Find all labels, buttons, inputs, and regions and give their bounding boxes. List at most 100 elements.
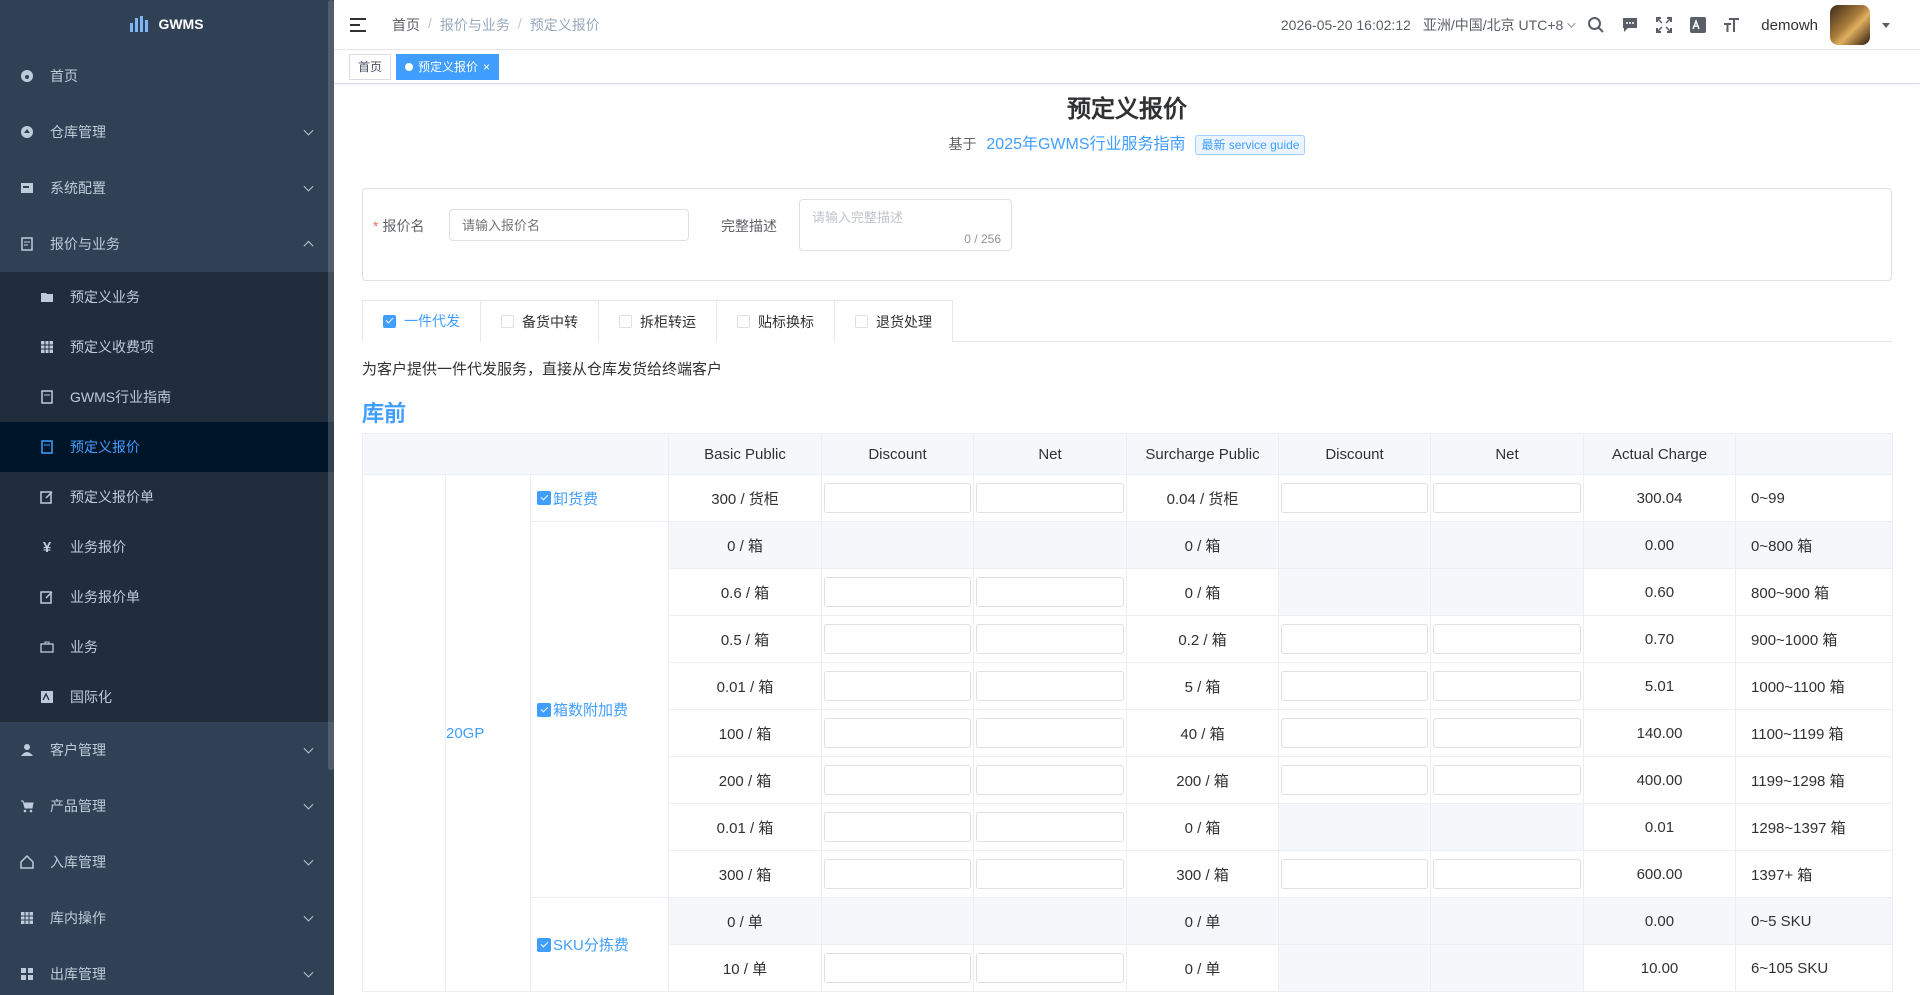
- cell-net: [973, 474, 1128, 522]
- hamburger-icon[interactable]: [350, 17, 368, 33]
- sidebar-item-business-quote[interactable]: ¥ 业务报价: [0, 522, 334, 572]
- cell-net-input[interactable]: [976, 483, 1125, 513]
- message-icon[interactable]: [1619, 14, 1641, 36]
- sidebar-item-business[interactable]: 业务: [0, 622, 334, 672]
- group-box-surcharge-label[interactable]: 箱数附加费: [537, 699, 628, 720]
- cell-net-input[interactable]: [976, 577, 1125, 607]
- cell-discount-input[interactable]: [824, 483, 972, 513]
- cell-surcharge-net-input[interactable]: [1433, 483, 1582, 513]
- description-textarea[interactable]: 请输入完整描述 0 / 256: [799, 199, 1012, 251]
- menu-item-label: 出库管理: [50, 966, 106, 982]
- cell-surcharge-net: [1430, 521, 1585, 569]
- quote-name-input[interactable]: [449, 209, 689, 241]
- menu-item-warehouse-ops[interactable]: 库内操作: [0, 890, 334, 946]
- cell-discount: [821, 756, 975, 804]
- checkbox-checked-icon[interactable]: [537, 702, 551, 717]
- cell-discount-input[interactable]: [824, 718, 972, 748]
- cell-discount-input[interactable]: [824, 577, 972, 607]
- cell-discount: [821, 709, 975, 757]
- menu-item-customers[interactable]: 客户管理: [0, 722, 334, 778]
- cell-surcharge-net-input[interactable]: [1433, 718, 1582, 748]
- username[interactable]: demowh: [1761, 17, 1818, 34]
- tab-label: 备货中转: [522, 313, 578, 330]
- cell-surcharge-discount-input[interactable]: [1281, 483, 1429, 513]
- sidebar-item-industry-guide[interactable]: GWMS行业指南: [0, 372, 334, 422]
- guide-link[interactable]: 2025年GWMS行业服务指南: [986, 136, 1185, 153]
- fullscreen-icon[interactable]: [1653, 14, 1675, 36]
- group-name: SKU分拣费: [553, 937, 629, 955]
- cell-discount-input[interactable]: [824, 859, 972, 889]
- cell-surcharge-net-input[interactable]: [1433, 765, 1582, 795]
- config-icon: [20, 181, 34, 195]
- group-sku-sorting-label[interactable]: SKU分拣费: [537, 934, 629, 955]
- timezone-label: 亚洲/中国/北京 UTC+8: [1422, 17, 1564, 33]
- search-icon[interactable]: [1585, 14, 1607, 36]
- group-sku-sorting: SKU分拣费: [529, 897, 670, 992]
- breadcrumb-quote-business[interactable]: 报价与业务: [440, 15, 510, 35]
- sidebar-item-predefined-quote-sheet[interactable]: 预定义报价单: [0, 472, 334, 522]
- cell-basic-public: 0.5 / 箱: [668, 615, 823, 663]
- menu-item-products[interactable]: 产品管理: [0, 778, 334, 834]
- cell-surcharge-discount-input[interactable]: [1281, 765, 1429, 795]
- tab-devanning[interactable]: 拆柜转运: [598, 300, 716, 342]
- menu-item-inbound[interactable]: 入库管理: [0, 834, 334, 890]
- cell-surcharge-net-input[interactable]: [1433, 624, 1582, 654]
- sidebar-item-predefined-business[interactable]: 预定义业务: [0, 272, 334, 322]
- tab-returns[interactable]: 退货处理: [834, 300, 953, 342]
- checkbox-checked-icon[interactable]: [537, 491, 551, 506]
- cell-surcharge-discount-input[interactable]: [1281, 671, 1429, 701]
- cell-net-input[interactable]: [976, 859, 1125, 889]
- cell-surcharge-discount-input[interactable]: [1281, 624, 1429, 654]
- cell-net-input[interactable]: [976, 765, 1125, 795]
- translate-icon[interactable]: [1687, 14, 1709, 36]
- cell-net-input[interactable]: [976, 953, 1125, 983]
- sidebar-item-predefined-fees[interactable]: 预定义收费项: [0, 322, 334, 372]
- checkbox-checked-icon[interactable]: [537, 937, 551, 952]
- cell-surcharge-public: 0 / 箱: [1126, 521, 1280, 569]
- cell-surcharge-discount-input[interactable]: [1281, 859, 1429, 889]
- menu-item-home[interactable]: 首页: [0, 48, 334, 104]
- cell-discount-input[interactable]: [824, 953, 972, 983]
- cell-surcharge-discount: [1278, 709, 1432, 757]
- cell-net-input[interactable]: [976, 671, 1125, 701]
- cell-surcharge-net: [1430, 709, 1585, 757]
- cell-discount-input[interactable]: [824, 812, 972, 842]
- tab-stock-transfer[interactable]: 备货中转: [480, 300, 598, 342]
- menu-item-quote-business[interactable]: 报价与业务: [0, 216, 334, 272]
- cell-net: [973, 521, 1128, 569]
- cell-net-input[interactable]: [976, 812, 1125, 842]
- warehouse-icon: [20, 125, 34, 139]
- tag-home[interactable]: 首页: [349, 53, 392, 80]
- caret-down-icon[interactable]: [1882, 22, 1890, 28]
- menu-item-warehouse[interactable]: 仓库管理: [0, 104, 334, 160]
- sidebar-item-i18n[interactable]: 国际化: [0, 672, 334, 722]
- cell-discount-input[interactable]: [824, 765, 972, 795]
- group-unload-fee-label[interactable]: 卸货费: [537, 488, 598, 509]
- close-icon[interactable]: ×: [483, 55, 490, 79]
- timezone-select[interactable]: 亚洲/中国/北京 UTC+8: [1422, 15, 1576, 35]
- avatar[interactable]: [1830, 5, 1870, 45]
- cell-surcharge-discount: [1278, 662, 1432, 710]
- font-size-icon[interactable]: [1721, 14, 1743, 36]
- cell-surcharge-discount-input[interactable]: [1281, 718, 1429, 748]
- app-logo[interactable]: GWMS: [0, 0, 334, 48]
- cell-actual-charge: 0.00: [1583, 521, 1737, 569]
- cell-surcharge-net-input[interactable]: [1433, 859, 1582, 889]
- menu-item-label: 入库管理: [50, 854, 106, 870]
- sidebar-item-business-quote-sheet[interactable]: 业务报价单: [0, 572, 334, 622]
- cell-discount-input[interactable]: [824, 624, 972, 654]
- header-net: Net: [1430, 433, 1585, 475]
- cell-net-input[interactable]: [976, 718, 1125, 748]
- cell-discount-input[interactable]: [824, 671, 972, 701]
- quote-form: *报价名 完整描述 请输入完整描述 0 / 256: [362, 188, 1892, 281]
- tab-dropshipping[interactable]: 一件代发: [362, 300, 480, 342]
- menu-item-system-config[interactable]: 系统配置: [0, 160, 334, 216]
- cell-net-input[interactable]: [976, 624, 1125, 654]
- breadcrumb-home[interactable]: 首页: [392, 15, 420, 35]
- sidebar-item-predefined-quote[interactable]: 预定义报价: [0, 422, 334, 472]
- cell-surcharge-net-input[interactable]: [1433, 671, 1582, 701]
- tag-current[interactable]: 预定义报价 ×: [396, 53, 500, 80]
- page-subtitle: 基于 2025年GWMS行业服务指南 最新 service guide: [334, 132, 1920, 156]
- menu-item-outbound[interactable]: 出库管理: [0, 946, 334, 995]
- tab-relabel[interactable]: 贴标换标: [716, 300, 834, 342]
